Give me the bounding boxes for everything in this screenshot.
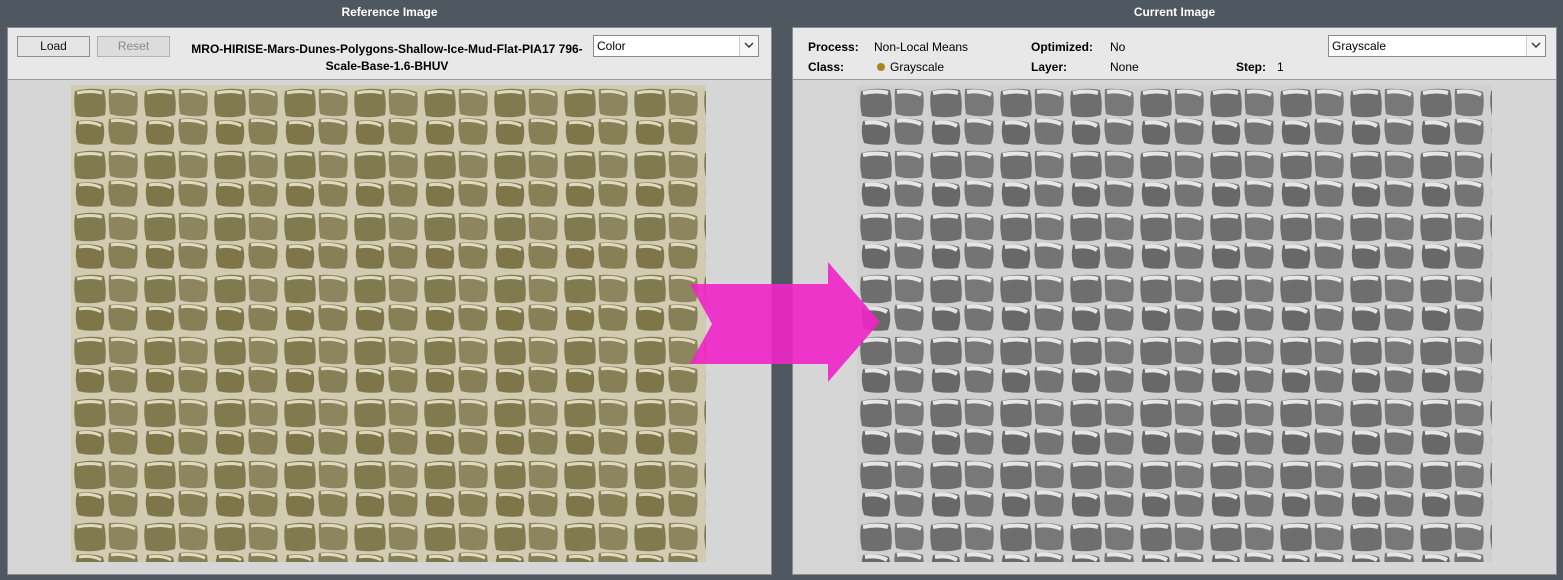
reference-color-mode-value: Color [597,39,626,53]
layer-value: None [1110,60,1139,74]
reset-button[interactable]: Reset [97,36,170,57]
optimized-label: Optimized: [1031,40,1093,54]
class-label: Class: [808,60,845,74]
chevron-down-icon[interactable] [739,36,758,56]
image-filename: MRO-HIRISE-Mars-Dunes-Polygons-Shallow-I… [191,42,583,73]
class-value-container: Grayscale [877,60,944,74]
optimized-value: No [1110,40,1126,54]
step-label: Step: [1236,60,1266,74]
process-value: Non-Local Means [874,40,969,54]
current-toolbar: Process: Non-Local Means Optimized: No C… [793,28,1556,80]
current-panel: Process: Non-Local Means Optimized: No C… [792,27,1557,575]
reference-panel-title: Reference Image [341,5,438,19]
layer-label: Layer: [1031,60,1068,74]
current-color-mode-select[interactable]: Grayscale [1328,35,1546,57]
step-value: 1 [1277,60,1284,74]
chevron-down-icon[interactable] [1526,36,1545,56]
transform-arrow-icon [690,262,880,389]
reference-panel: Load Reset MRO-HIRISE-Mars-Dunes-Polygon… [7,27,772,575]
reference-color-mode-select[interactable]: Color [593,35,759,57]
current-panel-title: Current Image [1133,5,1216,19]
class-dot-icon [877,63,885,71]
reference-image [71,85,706,562]
current-image [857,85,1492,562]
current-color-mode-value: Grayscale [1332,39,1387,53]
process-label: Process: [808,40,859,54]
reference-toolbar: Load Reset MRO-HIRISE-Mars-Dunes-Polygon… [8,28,771,80]
load-button[interactable]: Load [17,36,90,57]
class-value: Grayscale [890,60,945,74]
